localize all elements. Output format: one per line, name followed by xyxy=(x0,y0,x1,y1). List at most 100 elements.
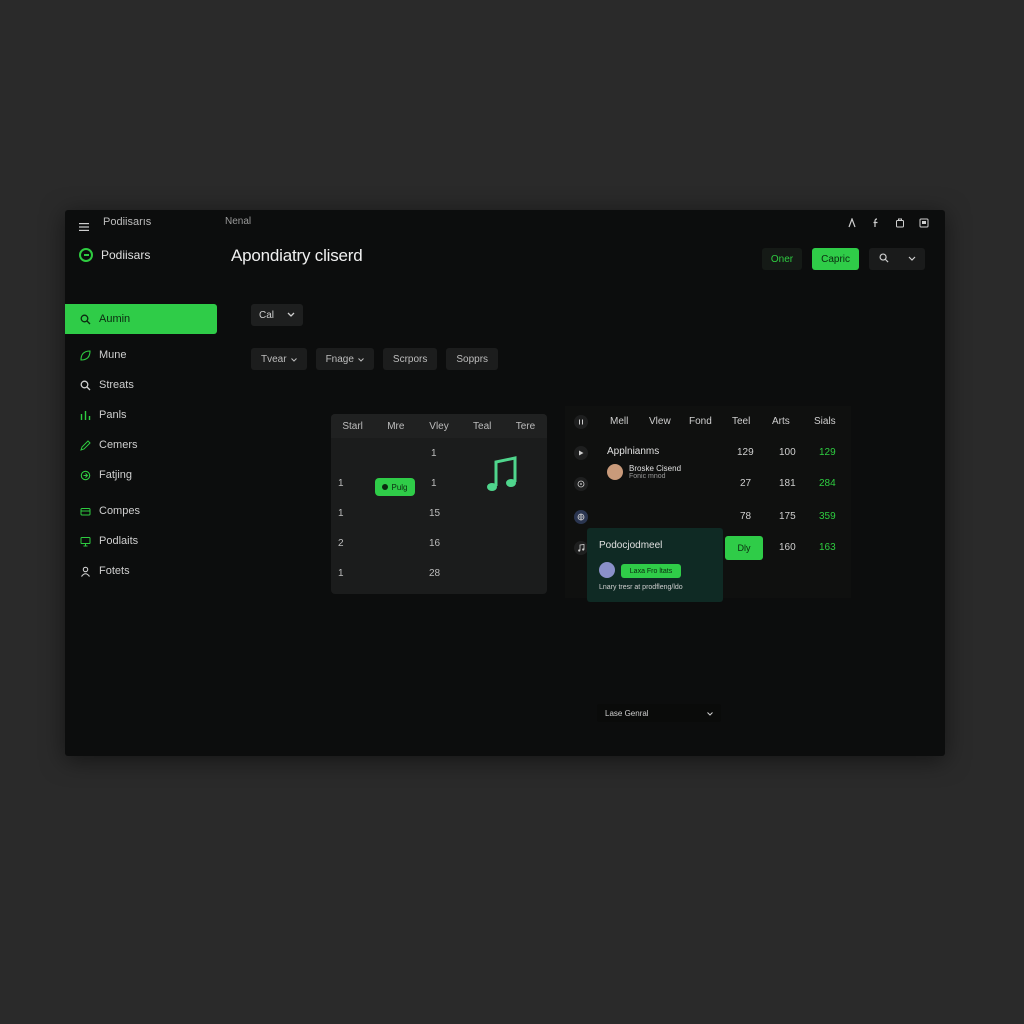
monitor-icon xyxy=(79,535,91,547)
calendar-cell[interactable]: 1 xyxy=(338,478,344,489)
filter-tvear[interactable]: Tvear xyxy=(251,348,307,370)
table-col-header[interactable]: Teel xyxy=(732,416,750,427)
calendar-cell[interactable]: 1 xyxy=(338,568,344,579)
filter-label: Fnage xyxy=(325,353,354,365)
app-window: Podiisarıs Nenal Podiisars Aumin Mune St… xyxy=(65,210,945,756)
calendar-col-header: Starl xyxy=(342,420,363,432)
table-col-header[interactable]: Mell xyxy=(610,416,628,427)
sidebar-item-label: Podlaits xyxy=(99,535,139,547)
page-title: Apondiatry cliserd xyxy=(231,246,363,265)
sidebar-item-label: Fatjing xyxy=(99,469,133,481)
event-label: Pulg xyxy=(391,482,408,492)
filter-fnage[interactable]: Fnage xyxy=(315,348,374,370)
calendar-event-pill[interactable]: Pulg xyxy=(375,478,415,496)
table-cell: 160 xyxy=(779,542,796,553)
calendar-cell[interactable]: 28 xyxy=(429,568,440,579)
sidebar-item-label: Aumin xyxy=(99,313,131,325)
search-dropdown-button[interactable] xyxy=(869,248,925,270)
applications-label: Applnianms xyxy=(607,446,660,457)
edit-icon xyxy=(79,439,91,451)
avatar xyxy=(599,562,615,578)
app-name: Podiisarıs xyxy=(103,216,152,228)
popover-caption: Lnary tresr at prodfleng/ldo xyxy=(599,584,683,591)
table-cell: 175 xyxy=(779,511,796,522)
sidebar-item-fotets[interactable]: Fotets xyxy=(65,556,217,586)
view-select[interactable]: Cal xyxy=(251,304,303,326)
sidebar-item-admin[interactable]: Aumin xyxy=(65,304,217,334)
tab-nenal[interactable]: Nenal xyxy=(225,216,251,227)
calendar-cell[interactable]: 2 xyxy=(338,538,344,549)
table-cell: 129 xyxy=(819,447,836,458)
sidebar: Aumin Mune Streats Panls Cemers Fatjing … xyxy=(65,304,217,586)
admin-icon xyxy=(79,313,91,325)
filter-label: Sopprs xyxy=(456,353,489,365)
logo-icon xyxy=(79,248,93,262)
filter-scrpors[interactable]: Scrpors xyxy=(382,348,438,370)
search-icon xyxy=(79,379,91,391)
calendar-cell[interactable]: 15 xyxy=(429,508,440,519)
calendar-col-header: Mre xyxy=(387,420,405,432)
header-actions: Oner Capric xyxy=(761,248,925,270)
table-cell: 163 xyxy=(819,542,836,553)
window-icon[interactable] xyxy=(917,216,931,230)
table-cell: 100 xyxy=(779,447,796,458)
sidebar-item-panls[interactable]: Panls xyxy=(65,400,217,430)
chevron-down-icon xyxy=(287,310,295,321)
sidebar-item-label: Cemers xyxy=(99,439,138,451)
event-dot-icon xyxy=(382,484,389,490)
popover-action-button[interactable]: Laxa Fro ltats xyxy=(621,564,681,578)
sidebar-item-mune[interactable]: Mune xyxy=(65,340,217,370)
menu-icon[interactable] xyxy=(79,218,89,236)
music-icon[interactable] xyxy=(574,541,588,555)
select-value: Cal xyxy=(259,309,275,321)
table-col-header[interactable]: Vlew xyxy=(649,416,671,427)
chevron-down-icon xyxy=(358,354,364,365)
primary-button[interactable]: Capric xyxy=(812,248,859,270)
other-button[interactable]: Oner xyxy=(761,248,803,270)
calendar-cell[interactable]: 1 xyxy=(431,478,437,489)
user-icon xyxy=(79,565,91,577)
music-note-icon xyxy=(485,456,519,499)
calendar-cell[interactable]: 1 xyxy=(338,508,344,519)
facebook-icon[interactable] xyxy=(869,216,883,230)
calendar-header: Starl Mre Vley Teal Tere xyxy=(331,414,547,438)
person-name: Broske Cisend xyxy=(629,464,682,473)
sync-icon xyxy=(79,469,91,481)
sidebar-item-cemers[interactable]: Cemers xyxy=(65,430,217,460)
table-col-header[interactable]: Sials xyxy=(814,416,836,427)
table-cell: 129 xyxy=(737,447,754,458)
table-col-header[interactable]: Fond xyxy=(689,416,712,427)
chart-icon xyxy=(79,409,91,421)
calendar-panel: Starl Mre Vley Teal Tere 1 1 1 1 15 2 16… xyxy=(331,414,547,594)
user-icon[interactable] xyxy=(845,216,859,230)
pause-icon[interactable] xyxy=(574,415,588,429)
play-icon[interactable] xyxy=(574,446,588,460)
calendar-cell[interactable]: 16 xyxy=(429,538,440,549)
sidebar-item-fatjing[interactable]: Fatjing xyxy=(65,460,217,490)
person-card[interactable]: Broske Cisend Fonic mnod xyxy=(607,464,681,480)
window-controls xyxy=(845,216,931,230)
avatar xyxy=(607,464,623,480)
disc-icon[interactable] xyxy=(574,477,588,491)
copy-icon[interactable] xyxy=(893,216,907,230)
globe-icon[interactable] xyxy=(574,510,588,524)
table-col-header[interactable]: Arts xyxy=(772,416,790,427)
sidebar-item-podlaits[interactable]: Podlaits xyxy=(65,526,217,556)
table-cell: 78 xyxy=(740,511,752,522)
title-bar: Podiisarıs Nenal xyxy=(65,210,945,236)
table-cell: 181 xyxy=(779,478,796,489)
calendar-cell[interactable]: 1 xyxy=(431,448,437,459)
sidebar-item-label: Streats xyxy=(99,379,134,391)
filter-sopprs[interactable]: Sopprs xyxy=(446,348,499,370)
brand[interactable]: Podiisars xyxy=(79,248,150,262)
sidebar-item-streats[interactable]: Streats xyxy=(65,370,217,400)
table-cell: 359 xyxy=(819,511,836,522)
sidebar-item-compes[interactable]: Compes xyxy=(65,496,217,526)
calendar-col-header: Teal xyxy=(473,420,492,432)
general-dropdown[interactable]: Lase Genral xyxy=(597,704,721,722)
sidebar-item-label: Panls xyxy=(99,409,127,421)
wallet-icon xyxy=(79,505,91,517)
table-cell: 284 xyxy=(819,478,836,489)
dly-button[interactable]: Dly xyxy=(725,536,763,560)
calendar-col-header: Tere xyxy=(515,420,536,432)
